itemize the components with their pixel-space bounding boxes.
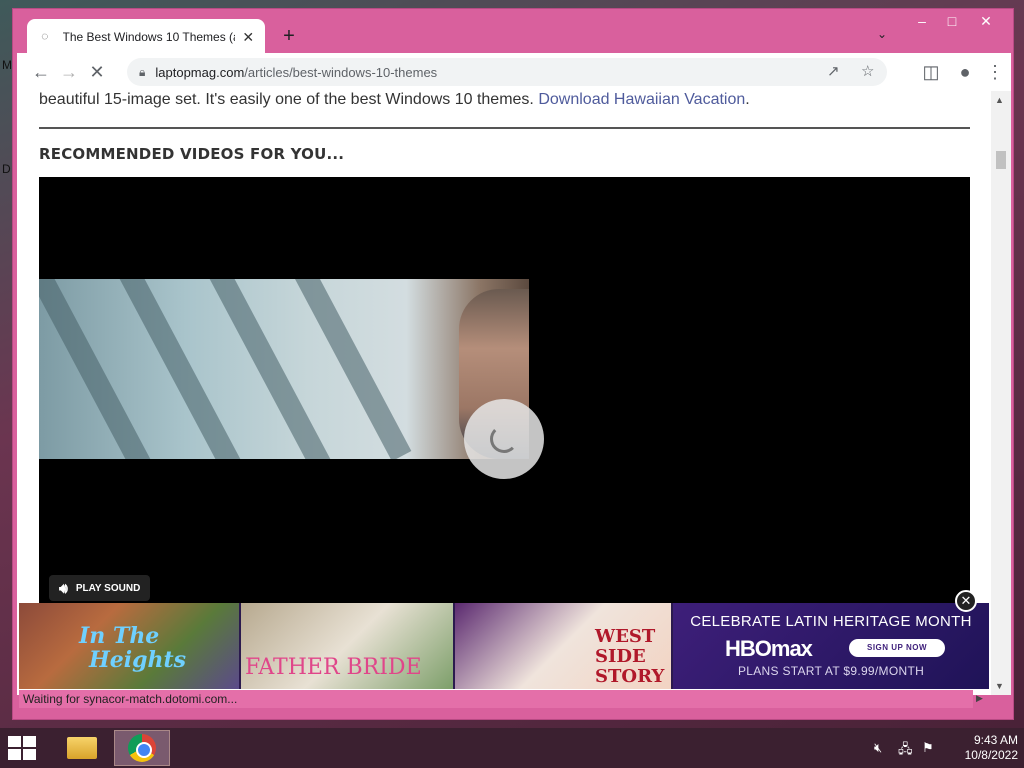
windows-start-icon[interactable]: [8, 736, 38, 760]
url-path: /articles/best-windows-10-themes: [244, 64, 438, 80]
video-frame: [39, 279, 529, 459]
scroll-down-icon[interactable]: ▼: [995, 681, 1004, 691]
stop-icon[interactable]: ✕: [83, 58, 111, 86]
taskbar: 🔇︎ 🖧︎ ⚑ 9:43 AM 10/8/2022: [0, 728, 1024, 768]
browser-toolbar: ← → ✕ 🔒︎ laptopmag.com/articles/best-win…: [17, 53, 1011, 91]
play-sound-label: PLAY SOUND: [75, 582, 141, 594]
vertical-scrollbar[interactable]: ▲ ▼: [991, 91, 1011, 695]
ad-price: PLANS START AT $9.99/MONTH: [737, 664, 925, 678]
ad-panel-father-bride: FATHER BRIDE: [241, 603, 453, 689]
ad-movie-title: WEST SIDE STORY: [595, 626, 665, 687]
ad-panel-west-side-story: WEST SIDE STORY: [455, 603, 671, 689]
desktop-edge-char: M: [2, 58, 12, 72]
browser-tab[interactable]: ◌ The Best Windows 10 Themes (a ✕: [27, 19, 265, 55]
profile-icon[interactable]: ●: [951, 58, 979, 86]
loading-spinner[interactable]: [464, 399, 544, 479]
address-bar[interactable]: 🔒︎ laptopmag.com/articles/best-windows-1…: [127, 58, 887, 86]
forward-icon[interactable]: →: [55, 58, 83, 86]
back-icon[interactable]: ←: [27, 58, 55, 86]
intro-end: .: [745, 91, 750, 108]
ad-headline: CELEBRATE LATIN HERITAGE MONTH: [690, 613, 972, 630]
ad-panel-in-the-heights: In The Heights: [19, 603, 239, 689]
video-player[interactable]: 🔊︎ PLAY SOUND: [39, 177, 970, 607]
tab-title: The Best Windows 10 Themes (a: [62, 30, 236, 44]
chrome-icon[interactable]: [114, 730, 170, 766]
minimize-button[interactable]: –: [907, 13, 937, 33]
star-icon[interactable]: ☆: [861, 62, 874, 80]
desktop-edge-char: D: [2, 162, 11, 176]
close-window-button[interactable]: ✕: [971, 13, 1001, 33]
file-explorer-icon[interactable]: [54, 730, 110, 766]
ad-movie-title: Heights: [89, 647, 187, 673]
ad-close-icon[interactable]: ✕: [955, 590, 977, 612]
divider: [39, 127, 970, 129]
action-center-icon[interactable]: ⚑: [922, 740, 934, 756]
scroll-thumb[interactable]: [996, 151, 1006, 169]
scroll-up-icon[interactable]: ▲: [995, 95, 1004, 105]
ad-panel-hbomax: CELEBRATE LATIN HERITAGE MONTH HBOmax SI…: [673, 603, 989, 689]
recommended-videos-heading: RECOMMENDED VIDEOS FOR YOU...: [39, 145, 345, 163]
intro-text: beautiful 15-image set. It's easily one …: [39, 91, 539, 108]
menu-icon[interactable]: ⋮: [981, 58, 1009, 86]
scroll-right-icon[interactable]: ▶: [976, 693, 983, 704]
tab-strip: ◌ The Best Windows 10 Themes (a ✕ + ⌄ – …: [13, 9, 1013, 55]
spinner-icon: [490, 425, 518, 453]
clock[interactable]: 9:43 AM 10/8/2022: [948, 733, 1018, 763]
maximize-button[interactable]: □: [937, 13, 967, 33]
clock-date: 10/8/2022: [964, 748, 1018, 762]
url-host: laptopmag.com: [155, 64, 245, 80]
ad-movie-title: FATHER BRIDE: [245, 655, 422, 680]
share-icon[interactable]: ↗: [827, 62, 840, 80]
volume-muted-icon[interactable]: 🔇︎: [874, 740, 882, 756]
ad-banner[interactable]: In The Heights FATHER BRIDE WEST SIDE ST…: [19, 603, 989, 689]
network-icon[interactable]: 🖧︎: [898, 740, 913, 762]
tab-close-icon[interactable]: ✕: [241, 29, 255, 46]
clock-time: 9:43 AM: [973, 733, 1018, 747]
new-tab-button[interactable]: +: [277, 25, 301, 49]
speaker-icon: 🔊︎: [59, 579, 68, 596]
sidepanel-icon[interactable]: ◫: [917, 58, 945, 86]
intro-paragraph: beautiful 15-image set. It's easily one …: [39, 91, 750, 109]
lock-icon[interactable]: 🔒︎: [139, 65, 145, 80]
download-link[interactable]: Download Hawaiian Vacation: [538, 91, 745, 108]
status-bar: Waiting for synacor-match.dotomi.com...: [19, 690, 973, 708]
play-sound-button[interactable]: 🔊︎ PLAY SOUND: [49, 575, 151, 601]
loading-favicon-icon: ◌: [41, 29, 49, 43]
ad-movie-title: In The: [79, 623, 160, 649]
sign-up-button[interactable]: SIGN UP NOW: [849, 639, 945, 657]
tab-search-icon[interactable]: ⌄: [877, 27, 887, 41]
hbomax-logo: HBOmax: [725, 636, 813, 661]
